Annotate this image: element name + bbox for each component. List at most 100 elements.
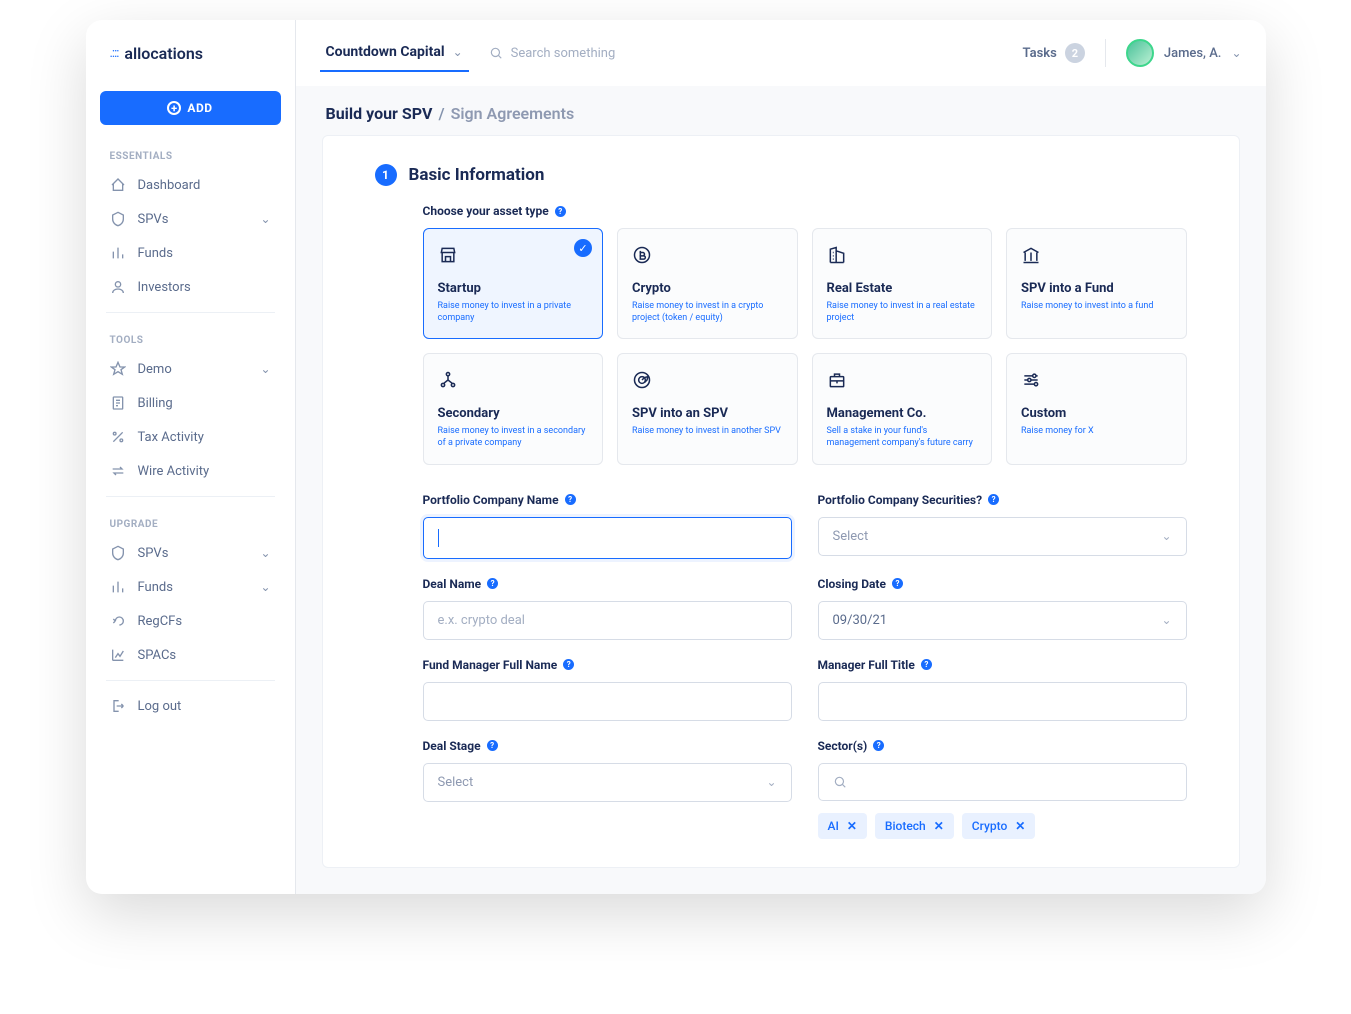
nav-item-regcfs[interactable]: RegCFs <box>86 604 295 638</box>
nav-label: Funds <box>138 580 249 595</box>
asset-description: Raise money to invest in a secondary of … <box>438 425 589 449</box>
org-selector[interactable]: Countdown Capital ⌄ <box>320 34 469 72</box>
topbar: Countdown Capital ⌄ Search something Tas… <box>296 20 1266 86</box>
nav-item-logout[interactable]: Log out <box>86 689 295 723</box>
nav-label: Wire Activity <box>138 464 271 479</box>
remove-icon[interactable]: ✕ <box>934 819 944 833</box>
nav-item-dashboard[interactable]: Dashboard <box>86 168 295 202</box>
asset-type-label: Choose your asset type ? <box>423 204 1187 218</box>
select-value: Select <box>833 529 869 544</box>
add-button[interactable]: + ADD <box>100 91 281 125</box>
asset-description: Raise money to invest in a crypto projec… <box>632 300 783 324</box>
nav-item-funds[interactable]: Funds <box>86 236 295 270</box>
field-label: Closing Date ? <box>818 577 1187 591</box>
chevron-down-icon: ⌄ <box>1161 613 1171 627</box>
nav-item-spvs[interactable]: SPVs ⌄ <box>86 202 295 236</box>
section-title: Basic Information <box>409 165 545 185</box>
section-header: 1 Basic Information <box>375 164 1187 186</box>
tag-label: AI <box>828 819 839 833</box>
search-box[interactable]: Search something <box>489 46 709 61</box>
select-value: Select <box>438 775 474 790</box>
nav-item-billing[interactable]: Billing <box>86 386 295 420</box>
tag-label: Biotech <box>885 819 926 833</box>
nav-item-tax[interactable]: Tax Activity <box>86 420 295 454</box>
info-icon[interactable]: ? <box>988 494 999 505</box>
sectors-search-input[interactable] <box>818 763 1187 801</box>
nav-section-essentials-label: ESSENTIALS <box>86 137 295 168</box>
asset-title: Crypto <box>632 281 783 296</box>
nav-item-demo[interactable]: Demo ⌄ <box>86 352 295 386</box>
asset-card-custom[interactable]: CustomRaise money for X <box>1006 353 1187 464</box>
tag-label: Crypto <box>972 819 1007 833</box>
nav-item-upgrade-spvs[interactable]: SPVs ⌄ <box>86 536 295 570</box>
asset-icon <box>827 370 978 394</box>
nav-item-wire[interactable]: Wire Activity <box>86 454 295 488</box>
star-icon <box>110 361 126 377</box>
tasks-link[interactable]: Tasks 2 <box>1023 43 1085 63</box>
logout-icon <box>110 698 126 714</box>
sector-tag-ai[interactable]: AI ✕ <box>818 813 867 839</box>
asset-icon <box>438 245 589 269</box>
company-name-input[interactable] <box>423 517 792 559</box>
asset-card-secondary[interactable]: Secondary Raise money to invest in a seco… <box>423 353 604 464</box>
avatar <box>1126 39 1154 67</box>
asset-card-spv-into-a-fund[interactable]: SPV into a FundRaise money to invest int… <box>1006 228 1187 339</box>
chevron-down-icon: ⌄ <box>260 362 270 376</box>
closing-date-select[interactable]: 09/30/21 ⌄ <box>818 601 1187 640</box>
sector-tag-crypto[interactable]: Crypto ✕ <box>962 813 1036 839</box>
search-icon <box>833 775 847 789</box>
asset-icon <box>632 245 783 269</box>
manager-title-input[interactable] <box>818 682 1187 721</box>
tasks-count-badge: 2 <box>1065 43 1085 63</box>
logo-icon: .::: <box>110 46 119 61</box>
info-icon[interactable]: ? <box>921 659 932 670</box>
sidebar: .::: allocations + ADD ESSENTIALS Dashbo… <box>86 20 296 894</box>
info-icon[interactable]: ? <box>555 206 566 217</box>
asset-card-real-estate[interactable]: Real EstateRaise money to invest in a re… <box>812 228 993 339</box>
asset-card-startup[interactable]: ✓StartupRaise money to invest in a priva… <box>423 228 604 339</box>
info-icon[interactable]: ? <box>487 578 498 589</box>
chevron-down-icon: ⌄ <box>260 546 270 560</box>
nav-item-spacs[interactable]: SPACs <box>86 638 295 672</box>
info-icon[interactable]: ? <box>487 740 498 751</box>
chevron-down-icon: ⌄ <box>1161 529 1171 543</box>
field-label: Portfolio Company Name ? <box>423 493 792 507</box>
field-deal-stage: Deal Stage ? Select ⌄ <box>423 739 792 839</box>
info-icon[interactable]: ? <box>892 578 903 589</box>
info-icon[interactable]: ? <box>873 740 884 751</box>
check-icon: ✓ <box>574 239 592 257</box>
home-icon <box>110 177 126 193</box>
nav-item-investors[interactable]: Investors <box>86 270 295 304</box>
nav-label: Funds <box>138 246 271 261</box>
user-menu[interactable]: James, A. ⌄ <box>1126 39 1242 67</box>
nav-label: SPVs <box>138 212 249 227</box>
asset-type-grid: ✓StartupRaise money to invest in a priva… <box>423 228 1187 465</box>
asset-card-spv-into-an-spv[interactable]: SPV into an SPVRaise money to invest in … <box>617 353 798 464</box>
deal-stage-select[interactable]: Select ⌄ <box>423 763 792 802</box>
asset-card-management-co-[interactable]: Management Co.Sell a stake in your fund'… <box>812 353 993 464</box>
nav-item-upgrade-funds[interactable]: Funds ⌄ <box>86 570 295 604</box>
app-window: .::: allocations + ADD ESSENTIALS Dashbo… <box>86 20 1266 894</box>
asset-title: Secondary <box>438 406 589 421</box>
remove-icon[interactable]: ✕ <box>1015 819 1025 833</box>
field-label: Deal Stage ? <box>423 739 792 753</box>
field-label: Manager Full Title ? <box>818 658 1187 672</box>
logo-text: allocations <box>124 44 203 63</box>
deal-name-input[interactable] <box>423 601 792 640</box>
asset-description: Raise money for X <box>1021 425 1172 437</box>
info-icon[interactable]: ? <box>565 494 576 505</box>
info-icon[interactable]: ? <box>563 659 574 670</box>
manager-name-input[interactable] <box>423 682 792 721</box>
field-sectors: Sector(s) ? AI✕Biotech✕Crypto✕ <box>818 739 1187 839</box>
sector-tag-biotech[interactable]: Biotech ✕ <box>875 813 954 839</box>
asset-icon <box>632 370 783 394</box>
asset-card-crypto[interactable]: Crypto Raise money to invest in a crypto … <box>617 228 798 339</box>
nav-label: SPVs <box>138 546 249 561</box>
remove-icon[interactable]: ✕ <box>847 819 857 833</box>
divider <box>106 312 275 313</box>
asset-description: Raise money to invest in a real estate p… <box>827 300 978 324</box>
securities-select[interactable]: Select ⌄ <box>818 517 1187 556</box>
field-manager-name: Fund Manager Full Name ? <box>423 658 792 721</box>
divider <box>106 680 275 681</box>
nav-label: Dashboard <box>138 178 271 193</box>
